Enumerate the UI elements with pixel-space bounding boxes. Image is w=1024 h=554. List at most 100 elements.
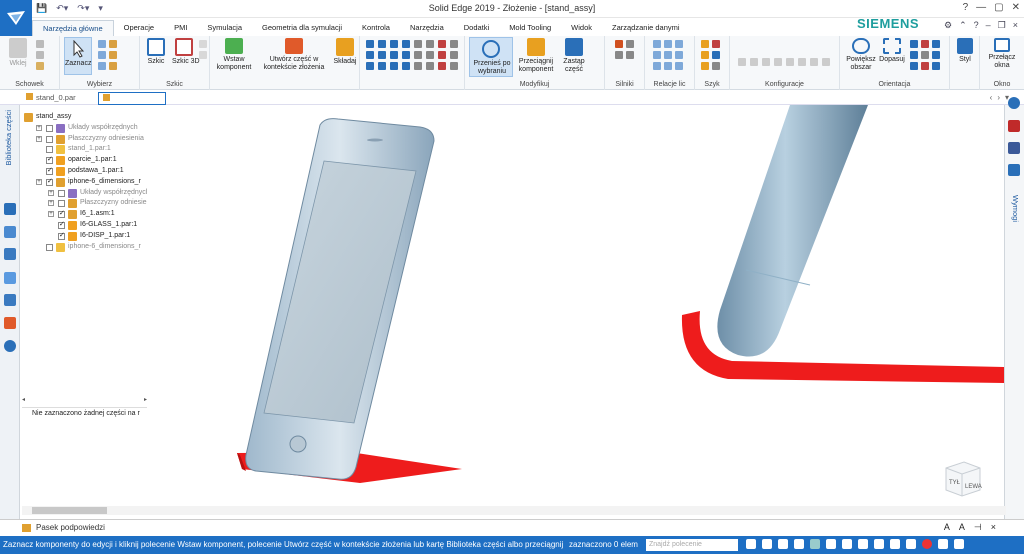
- pan-icon[interactable]: [778, 539, 788, 549]
- view-icon[interactable]: [910, 40, 918, 48]
- appearance-tab-icon[interactable]: [4, 317, 16, 329]
- visibility-checkbox[interactable]: [46, 166, 53, 177]
- document-tab[interactable]: stand_0.par: [22, 92, 98, 105]
- gear-icon[interactable]: ⚙: [944, 20, 952, 31]
- chevron-up-icon[interactable]: ⌃: [959, 20, 967, 31]
- tree-item[interactable]: stand_1.par:1: [22, 144, 147, 155]
- sketch-option-icon[interactable]: [199, 51, 207, 59]
- sketch-button[interactable]: Szkic: [144, 38, 168, 66]
- face-relation-icon[interactable]: [653, 62, 661, 70]
- relation-icon[interactable]: [438, 62, 446, 70]
- tube-shape[interactable]: [717, 105, 868, 357]
- ribbon-tab[interactable]: Dodatki: [454, 20, 499, 36]
- parts-library-tab[interactable]: Biblioteka części: [4, 110, 13, 165]
- relation-icon[interactable]: [414, 51, 422, 59]
- face-relation-icon[interactable]: [675, 62, 683, 70]
- info-icon[interactable]: [1008, 97, 1020, 109]
- view-icon[interactable]: [932, 62, 940, 70]
- facebook-icon[interactable]: [1008, 142, 1020, 154]
- tree-item[interactable]: oparcie_1.par:1: [22, 155, 147, 166]
- replace-part-button[interactable]: Zastąp część: [559, 38, 589, 74]
- visibility-checkbox[interactable]: [46, 155, 53, 166]
- maximize-button[interactable]: ▢: [994, 2, 1003, 13]
- expand-toggle[interactable]: +: [36, 135, 42, 142]
- face-relation-icon[interactable]: [664, 51, 672, 59]
- visibility-checkbox[interactable]: [46, 135, 53, 143]
- shading-icon[interactable]: [810, 539, 820, 549]
- ribbon-tab[interactable]: Mold Tooling: [499, 20, 561, 36]
- relation-icon[interactable]: [414, 62, 422, 70]
- view-icon[interactable]: [921, 51, 929, 59]
- face-relation-icon[interactable]: [664, 62, 672, 70]
- view-icon[interactable]: [910, 51, 918, 59]
- ribbon-tab[interactable]: Kontrola: [352, 20, 400, 36]
- config-icon[interactable]: [822, 58, 830, 66]
- config-icon[interactable]: [786, 58, 794, 66]
- pin-icon[interactable]: ⊣: [974, 522, 982, 533]
- zoom-icon[interactable]: [762, 539, 772, 549]
- relation-icon[interactable]: [426, 51, 434, 59]
- face-relation-icon[interactable]: [675, 40, 683, 48]
- assemble-button[interactable]: Składaj: [332, 38, 358, 66]
- view-icon[interactable]: [932, 40, 940, 48]
- earpiece-shape[interactable]: [367, 138, 383, 142]
- fit-button[interactable]: Dopasuj: [878, 38, 906, 64]
- grid-icon[interactable]: [890, 539, 900, 549]
- relation-icon[interactable]: [450, 62, 458, 70]
- tree-item[interactable]: podstawa_1.par:1: [22, 166, 147, 177]
- select-tool-icon[interactable]: [98, 40, 106, 48]
- help-button[interactable]: ?: [963, 2, 969, 13]
- help-tab-icon[interactable]: [4, 272, 16, 284]
- ribbon-tab[interactable]: Narzędzia główne: [32, 20, 114, 36]
- application-menu-button[interactable]: [0, 0, 32, 36]
- config-icon[interactable]: [810, 58, 818, 66]
- ribbon-tab[interactable]: Symulacja: [197, 20, 252, 36]
- relation-icon[interactable]: [378, 51, 386, 59]
- requirements-tab[interactable]: Wymogi: [1011, 195, 1020, 222]
- display-icon[interactable]: [842, 539, 852, 549]
- relation-icon[interactable]: [438, 40, 446, 48]
- visibility-checkbox[interactable]: [46, 146, 53, 154]
- pathfinder-tab-icon[interactable]: [4, 203, 16, 215]
- record-icon[interactable]: [922, 539, 932, 549]
- cut-icon[interactable]: [36, 40, 44, 48]
- tree-item[interactable]: stand_assy: [22, 112, 147, 123]
- pattern-icon[interactable]: [712, 40, 720, 48]
- view-icon[interactable]: [932, 51, 940, 59]
- window-restore-icon[interactable]: ❐: [998, 20, 1006, 31]
- relation-icon[interactable]: [426, 40, 434, 48]
- filter-icon[interactable]: [109, 40, 117, 48]
- relation-icon[interactable]: [390, 51, 398, 59]
- relation-icon[interactable]: [378, 40, 386, 48]
- view-orient-icon[interactable]: [826, 539, 836, 549]
- relation-icon[interactable]: [402, 40, 410, 48]
- insert-component-button[interactable]: Wstaw komponent: [216, 38, 252, 72]
- tree-item[interactable]: + iphone-6_dimensions_r: [22, 177, 147, 188]
- ribbon-tab[interactable]: Narzędzia: [400, 20, 454, 36]
- viewport-scrollbar[interactable]: [22, 506, 1006, 515]
- filter-icon[interactable]: [109, 51, 117, 59]
- tree-item[interactable]: + Płaszczyzny odniesien: [22, 198, 147, 209]
- close-button[interactable]: ✕: [1012, 2, 1020, 13]
- select-button[interactable]: Zaznacz: [64, 37, 92, 75]
- home-button-shape[interactable]: [289, 435, 307, 453]
- select-tool-icon[interactable]: [98, 51, 106, 59]
- view-icon[interactable]: [910, 62, 918, 70]
- motor-icon[interactable]: [615, 51, 623, 59]
- visibility-checkbox[interactable]: [58, 209, 65, 220]
- visibility-checkbox[interactable]: [46, 177, 53, 188]
- relation-icon[interactable]: [378, 62, 386, 70]
- ribbon-tab[interactable]: Zarządzanie danymi: [602, 20, 690, 36]
- style-button[interactable]: Styl: [954, 38, 976, 64]
- view-icon[interactable]: [921, 62, 929, 70]
- ribbon-tab[interactable]: Widok: [561, 20, 602, 36]
- font-larger-icon[interactable]: A: [944, 522, 950, 533]
- sensors-tab-icon[interactable]: [4, 248, 16, 260]
- config-icon[interactable]: [750, 58, 758, 66]
- relation-icon[interactable]: [366, 62, 374, 70]
- face-relation-icon[interactable]: [675, 51, 683, 59]
- tree-item[interactable]: I6-GLASS_1.par:1: [22, 220, 147, 231]
- paste-button[interactable]: Wklej: [6, 38, 30, 68]
- switch-windows-button[interactable]: Przełącz okna: [982, 38, 1022, 70]
- select-tool-icon[interactable]: [98, 62, 106, 70]
